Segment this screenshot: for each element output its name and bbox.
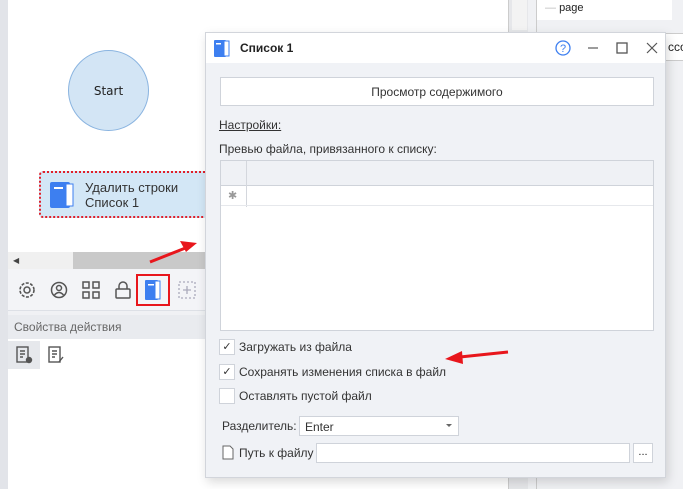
settings-doc-icon[interactable]	[8, 341, 40, 369]
check-icon[interactable]: ✓	[219, 364, 235, 380]
grid-icon[interactable]	[80, 279, 102, 301]
file-path-input[interactable]	[316, 443, 630, 463]
settings-link[interactable]: Настройки:	[219, 118, 281, 132]
checkbox-save-changes[interactable]: ✓ Сохранять изменения списка в файл	[219, 364, 446, 380]
start-node[interactable]: Start	[68, 50, 149, 131]
action-node-delete-rows[interactable]: Удалить строки Список 1	[39, 171, 219, 218]
list-icon	[214, 40, 230, 57]
close-icon[interactable]	[641, 38, 663, 58]
gear-icon[interactable]	[16, 279, 38, 301]
tree-item-page[interactable]: — page	[537, 0, 672, 20]
list-icon	[50, 182, 74, 208]
list-settings-dialog: Список 1 ? Просмотр содержимого Настройк…	[205, 32, 666, 478]
scroll-thumb[interactable]	[512, 0, 527, 30]
chevron-down-icon	[446, 424, 452, 427]
maximize-icon[interactable]	[611, 38, 633, 58]
checkbox-load-from-file[interactable]: ✓ Загружать из файла	[219, 339, 352, 355]
separator-label: Разделитель:	[222, 419, 297, 433]
separator-select[interactable]: Enter	[299, 416, 459, 436]
grid-new-row[interactable]	[221, 186, 653, 206]
list-icon-selected[interactable]	[136, 274, 170, 306]
lock-icon[interactable]	[112, 279, 134, 301]
scroll-left-arrow-icon[interactable]: ◀	[8, 252, 73, 269]
add-block-icon[interactable]	[176, 279, 198, 301]
dialog-titlebar[interactable]: Список 1 ?	[206, 33, 665, 63]
file-icon	[222, 445, 234, 460]
dialog-title: Список 1	[240, 41, 294, 55]
edit-doc-icon[interactable]	[40, 341, 72, 369]
help-icon[interactable]: ?	[552, 38, 574, 58]
checkbox-box[interactable]	[219, 388, 235, 404]
file-preview-grid[interactable]: ✱	[220, 160, 654, 331]
user-icon[interactable]	[48, 279, 70, 301]
minimize-icon[interactable]	[582, 38, 604, 58]
svg-text:?: ?	[560, 43, 566, 55]
checkbox-keep-empty-file[interactable]: Оставлять пустой файл	[219, 388, 372, 404]
view-contents-button[interactable]: Просмотр содержимого	[220, 77, 654, 106]
grid-header	[221, 161, 653, 186]
new-row-icon: ✱	[228, 190, 238, 202]
left-edge	[0, 0, 8, 489]
check-icon[interactable]: ✓	[219, 339, 235, 355]
file-path-label: Путь к файлу	[222, 445, 314, 460]
browse-button[interactable]: ...	[633, 443, 653, 463]
preview-label: Превью файла, привязанного к списку:	[219, 142, 437, 156]
